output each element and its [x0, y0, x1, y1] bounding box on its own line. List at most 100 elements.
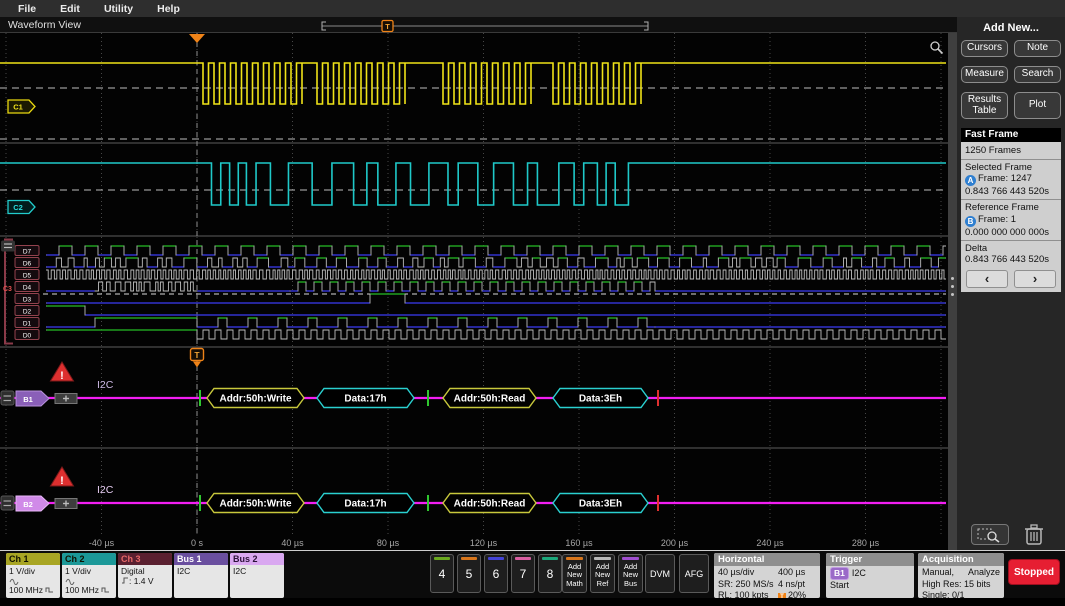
digital-channel-row: D3 — [15, 294, 946, 304]
selected-frame-label: Selected Frame — [961, 162, 1061, 173]
svg-text:!: ! — [60, 475, 64, 487]
bus2-warning-icon[interactable]: ! — [51, 467, 74, 487]
digital-channel-row: D1 — [15, 318, 946, 328]
add-new-math-button[interactable]: Add New Math — [562, 554, 587, 593]
ch1-bandwidth: 100 MHz — [9, 585, 57, 595]
ch2-badge[interactable]: Ch 2 1 V/div 100 MHz — [62, 553, 116, 598]
trigger-position-marker[interactable] — [189, 34, 205, 43]
bandwidth-icon — [45, 586, 54, 593]
bus1-badge-title: Bus 1 — [174, 553, 228, 565]
decode-field-text: Addr:50h:Write — [219, 499, 291, 510]
reference-frame-value[interactable]: BFrame: 1 — [961, 214, 1061, 227]
menu-edit[interactable]: Edit — [60, 3, 80, 15]
bus2-channel-badge[interactable]: B2 — [16, 496, 49, 511]
menu-utility[interactable]: Utility — [104, 3, 133, 15]
trigger-flag[interactable]: T — [191, 349, 204, 368]
ch2-coupling-icon — [65, 576, 113, 585]
bus1-warning-icon[interactable]: ! — [51, 362, 74, 382]
splitter-dots — [951, 277, 954, 280]
menu-file[interactable]: File — [18, 3, 36, 15]
measure-button[interactable]: Measure — [961, 66, 1008, 83]
add-new-buttons: Add New Math Add New Ref Add New Bus — [562, 554, 643, 593]
bus1-badge-label: B1 — [23, 395, 33, 404]
time-axis-labels: -40 µs0 s40 µs80 µs120 µs160 µs200 µs240… — [89, 538, 880, 548]
channel-5-button[interactable]: 5 — [457, 554, 481, 593]
digital-channel-label: D2 — [23, 309, 32, 316]
oscilloscope-app: File Edit Utility Help Waveform View T — [0, 0, 1065, 606]
channel-8-button[interactable]: 8 — [538, 554, 562, 593]
menu-help[interactable]: Help — [157, 3, 180, 15]
bus1-type-label: I2C — [97, 379, 114, 391]
horizontal-panel[interactable]: Horizontal 40 µs/div400 µs SR: 250 MS/s4… — [714, 553, 820, 598]
digital-channel-label: D5 — [23, 273, 32, 280]
channel-7-button[interactable]: 7 — [511, 554, 535, 593]
cursors-button[interactable]: Cursors — [961, 40, 1008, 57]
add-new-bus-button[interactable]: Add New Bus — [618, 554, 643, 593]
bus2-expand-button[interactable] — [55, 499, 77, 509]
trigger-flag-label: T — [194, 350, 200, 360]
fast-frame-count: 1250 Frames — [961, 144, 1061, 157]
bus2-drag-handle[interactable] — [1, 496, 14, 510]
bus1-badge[interactable]: Bus 1 I2C — [174, 553, 228, 598]
decode-field-text: Data:17h — [344, 394, 386, 405]
zoom-box-button[interactable] — [971, 524, 1009, 545]
sidebar: Add New... Cursors Note Measure Search R… — [957, 17, 1065, 550]
decode-field-text: Data:3Eh — [579, 394, 622, 405]
digital-channel-label: D6 — [23, 261, 32, 268]
bus1-channel-badge[interactable]: B1 — [16, 391, 49, 406]
waveform-plot[interactable]: D7D6D5D4D3D2D1D0 Addr:50h:WriteData:17hA… — [0, 33, 948, 550]
digital-channel-label: D0 — [23, 333, 32, 340]
splitter-dots — [951, 285, 954, 288]
selected-frame-value[interactable]: AFrame: 1247 — [961, 173, 1061, 186]
zoom-mode-icon[interactable] — [931, 42, 943, 54]
bus2-badge-label: B2 — [23, 500, 33, 509]
trigger-position-percent: T20% — [778, 590, 816, 598]
decode-field-text: Data:17h — [344, 499, 386, 510]
bus2-badge[interactable]: Bus 2 I2C — [230, 553, 284, 598]
panel-splitter[interactable] — [948, 33, 957, 550]
digital-channel-row: D6 — [15, 258, 946, 268]
svg-text:!: ! — [60, 370, 64, 382]
digital-channel-row: D7 — [15, 246, 946, 256]
decode-field-text: Data:3Eh — [579, 499, 622, 510]
add-new-ref-button[interactable]: Add New Ref — [590, 554, 615, 593]
dvm-button[interactable]: DVM — [645, 554, 675, 593]
c2-badge-label: C2 — [13, 203, 23, 212]
trash-button[interactable] — [1019, 522, 1049, 547]
c2-channel-badge[interactable]: C2 — [8, 201, 35, 214]
fast-frame-panel: Fast Frame 1250 Frames Selected Frame AF… — [961, 128, 1061, 292]
horizontal-position-minimap[interactable]: T — [318, 19, 654, 33]
c1-channel-badge[interactable]: C1 — [8, 100, 35, 113]
ch1-badge[interactable]: Ch 1 1 V/div 100 MHz — [6, 553, 60, 598]
digital-channel-row: D2 — [15, 306, 946, 316]
trigger-panel-title: Trigger — [826, 553, 914, 566]
digital-channel-label: D7 — [23, 249, 32, 256]
results-table-button[interactable]: Results Table — [961, 92, 1008, 119]
digital-channel-row: D4 — [15, 282, 946, 292]
bus2-type: I2C — [233, 566, 281, 576]
frame-a-badge: A — [965, 175, 976, 186]
afg-button[interactable]: AFG — [679, 554, 709, 593]
stopped-button[interactable]: Stopped — [1008, 559, 1060, 585]
magnifier-icon — [988, 532, 996, 540]
bottom-bar: Ch 1 1 V/div 100 MHz Ch 2 1 V/div 100 MH… — [0, 550, 1065, 598]
previous-frame-button[interactable]: ‹ — [966, 270, 1008, 288]
bus1-drag-handle[interactable] — [1, 391, 14, 405]
trigger-panel[interactable]: Trigger B1I2C Start — [826, 553, 914, 598]
tab-waveform-view[interactable]: Waveform View — [8, 19, 81, 31]
digital-group-drag-handle[interactable] — [1, 241, 15, 252]
search-button[interactable]: Search — [1014, 66, 1061, 83]
channel-4-button[interactable]: 4 — [430, 554, 454, 593]
bus1-expand-button[interactable] — [55, 394, 77, 404]
menubar: File Edit Utility Help — [0, 0, 1065, 17]
plot-button[interactable]: Plot — [1014, 92, 1061, 119]
digital-channel-label: D4 — [23, 285, 32, 292]
digital-channel-buttons: 4 5 6 7 8 — [430, 554, 562, 593]
note-button[interactable]: Note — [1014, 40, 1061, 57]
gridlines — [6, 33, 941, 535]
next-frame-button[interactable]: › — [1014, 270, 1056, 288]
channel-6-button[interactable]: 6 — [484, 554, 508, 593]
acquisition-panel[interactable]: Acquisition Manual,Analyze High Res: 15 … — [918, 553, 1004, 598]
digital-waveforms: D7 D6 D5 D4 D3 D2 D1 D0 — [15, 246, 946, 340]
ch3-badge[interactable]: Ch 3 Digital : 1.4 V — [118, 553, 172, 598]
